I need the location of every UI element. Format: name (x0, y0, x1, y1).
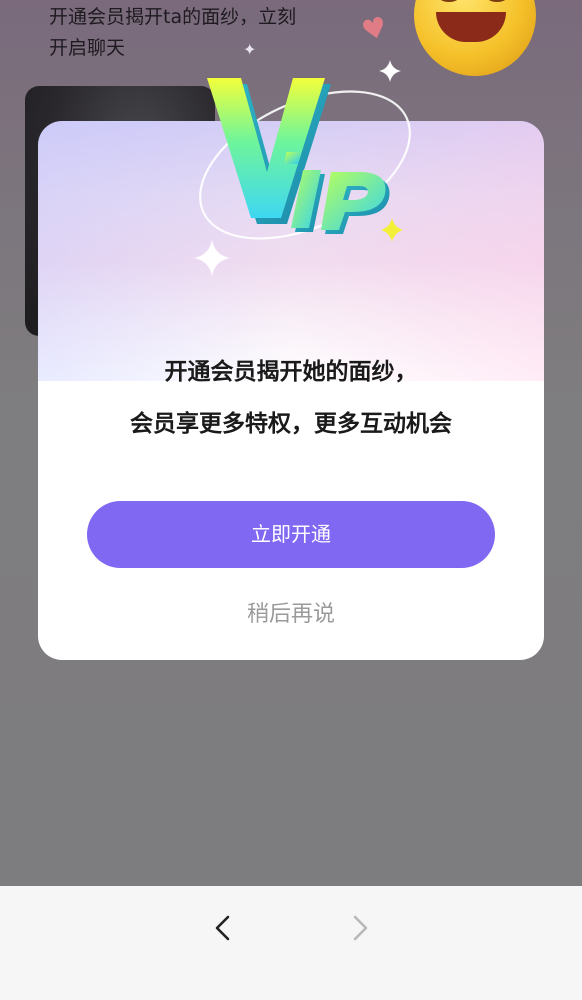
back-button[interactable] (203, 908, 243, 948)
later-button[interactable]: 稍后再说 (191, 593, 391, 637)
laughing-emoji-icon (414, 0, 536, 76)
sparkle-icon: ✦ (243, 40, 257, 59)
forward-button[interactable] (340, 908, 380, 948)
bottom-navigation-bar (0, 886, 582, 1000)
heart-icon: ♥ (358, 9, 391, 49)
intro-text: 开通会员揭开ta的面纱，立刻 开启聊天 (49, 2, 349, 64)
chevron-right-icon (353, 915, 368, 941)
intro-line-2: 开启聊天 (49, 37, 126, 59)
dialog-message: 开通会员揭开她的面纱， 会员享更多特权，更多互动机会 (38, 346, 544, 450)
activate-now-button[interactable]: 立即开通 (87, 501, 495, 568)
message-line-1: 开通会员揭开她的面纱， (164, 359, 418, 385)
vip-badge-icon (194, 60, 411, 276)
message-line-2: 会员享更多特权，更多互动机会 (130, 411, 452, 437)
intro-line-1: 开通会员揭开ta的面纱，立刻 (49, 6, 297, 28)
chevron-left-icon (215, 915, 230, 941)
